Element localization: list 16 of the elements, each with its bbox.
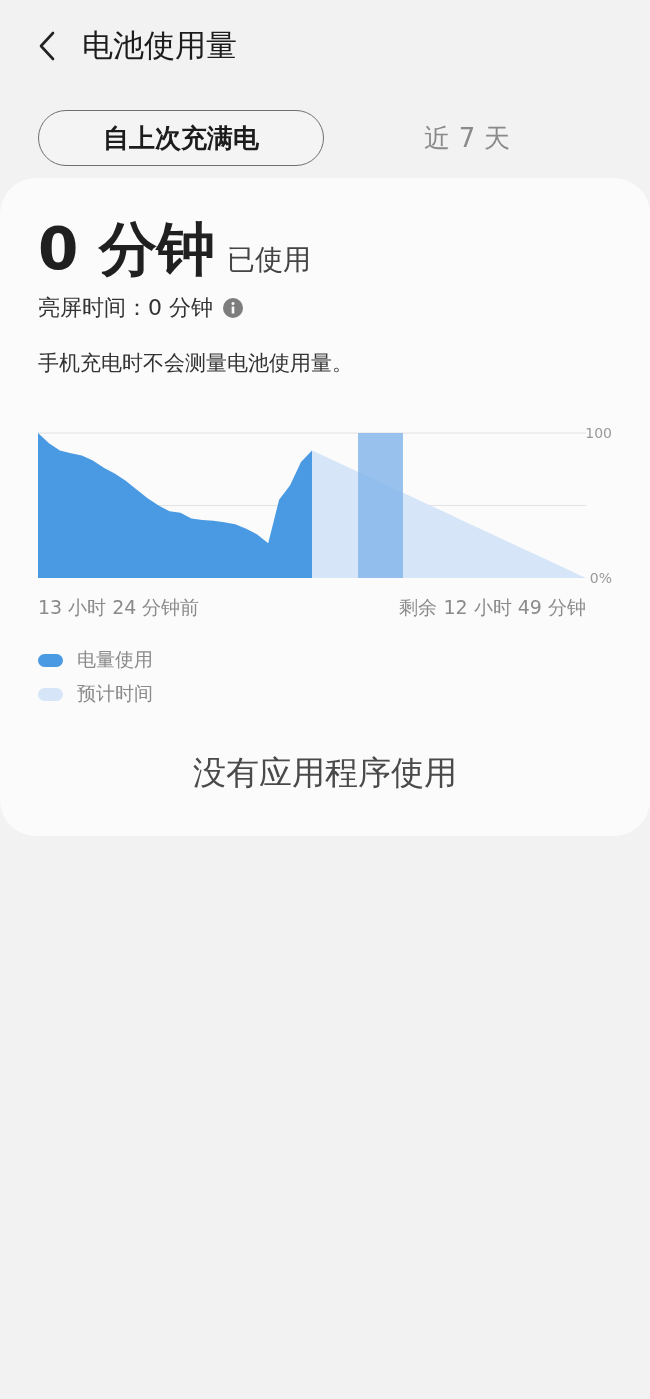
back-icon	[38, 30, 56, 62]
legend-label: 预计时间	[77, 681, 153, 706]
time-label: 13 小时 24 分钟前	[38, 595, 200, 620]
time-label: 剩余 12 小时 49 分钟	[399, 595, 586, 620]
axis-label: 0%	[589, 570, 612, 586]
axis-label: 100	[585, 425, 612, 441]
info-icon[interactable]	[223, 298, 243, 318]
page-title: 电池使用量	[82, 26, 237, 65]
charging-note: 手机充电时不会测量电池使用量。	[38, 350, 354, 377]
usage-value: 0 分钟	[38, 220, 215, 278]
screen-time: 亮屏时间：0 分钟	[38, 294, 213, 322]
tab[interactable]: 自上次充满电	[38, 110, 324, 166]
back-button[interactable]	[38, 30, 56, 62]
usage-label: 已使用	[226, 242, 311, 278]
empty-message: 没有应用程序使用	[192, 752, 458, 794]
legend-label: 电量使用	[77, 647, 153, 672]
